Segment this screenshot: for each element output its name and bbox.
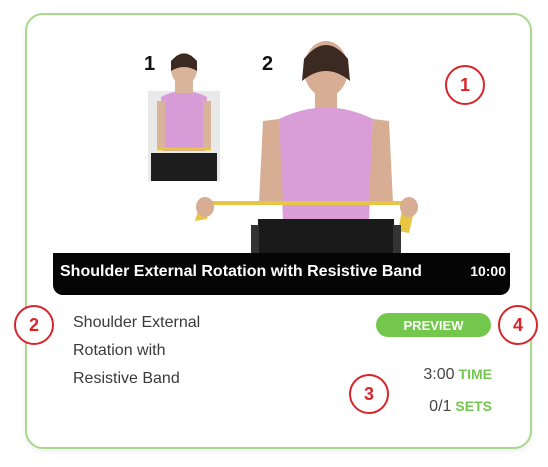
time-unit: TIME: [458, 366, 492, 382]
title-line-2: Rotation with: [73, 342, 166, 359]
annotation-badge-3: 3: [349, 374, 389, 414]
sets-unit: SETS: [455, 398, 492, 414]
small-figure-image: [148, 53, 220, 181]
time-stat: 3:00 TIME: [423, 366, 492, 384]
large-figure-image: [195, 41, 418, 255]
exercise-thumbnail[interactable]: 1 2 Shoulder External Rotation with Resi…: [53, 41, 510, 295]
sets-stat: 0/1 SETS: [429, 398, 492, 416]
title-line-3: Resistive Band: [73, 370, 180, 387]
exercise-title: Shoulder External Rotation with Resistiv…: [73, 309, 263, 393]
preview-button[interactable]: PREVIEW: [376, 313, 491, 337]
time-value: 3:00: [423, 366, 455, 383]
annotation-badge-4: 4: [498, 305, 538, 345]
annotation-badge-1: 1: [445, 65, 485, 105]
caption-bar: Shoulder External Rotation with Resistiv…: [53, 253, 510, 295]
step-label-1: 1: [144, 53, 156, 75]
title-line-1: Shoulder External: [73, 314, 201, 331]
sets-value: 0/1: [429, 398, 452, 415]
annotation-badge-2: 2: [14, 305, 54, 345]
video-duration: 10:00: [468, 263, 506, 279]
step-label-2: 2: [262, 53, 274, 75]
video-caption: Shoulder External Rotation with Resistiv…: [60, 263, 422, 280]
